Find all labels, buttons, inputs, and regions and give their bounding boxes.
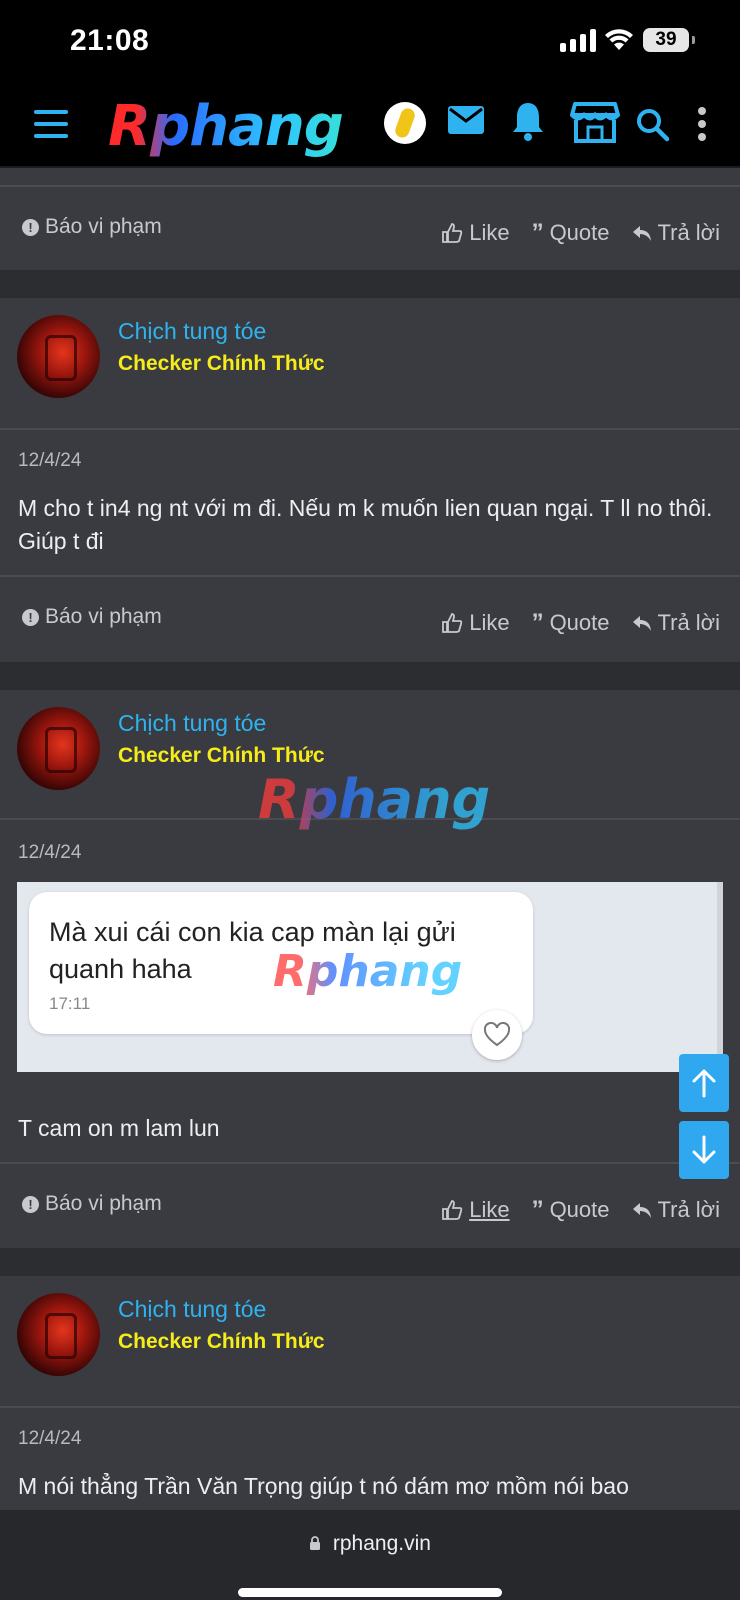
quote-label: Quote: [549, 610, 610, 635]
app-header: Rphang: [0, 82, 740, 168]
lock-icon: [310, 1536, 321, 1550]
menu-icon[interactable]: [34, 110, 68, 138]
home-indicator[interactable]: [238, 1588, 502, 1597]
post-body: M cho t in4 ng nt với m đi. Nếu m k muốn…: [18, 495, 713, 554]
search-icon[interactable]: [636, 108, 670, 142]
like-button[interactable]: Like: [441, 220, 510, 246]
wifi-icon: [605, 29, 633, 50]
post-actions: ! Báo vi phạm Like ” Quote Trả lời: [0, 591, 740, 651]
browser-address-bar[interactable]: rphang.vin: [0, 1510, 740, 1600]
scroll-down-button[interactable]: [679, 1121, 729, 1179]
divider: [0, 428, 740, 430]
post-author: Chịch tung tóe Checker Chính Thức: [0, 1276, 740, 1404]
post-body: M nói thẳng Trần Văn Trọng giúp t nó dám…: [18, 1473, 629, 1499]
quote-icon: ”: [531, 609, 544, 636]
divider: [0, 575, 740, 577]
author-name[interactable]: Chịch tung tóe: [118, 710, 266, 737]
reply-button[interactable]: Trả lời: [632, 1197, 721, 1223]
divider: [0, 185, 740, 187]
author-title: Checker Chính Thức: [118, 1330, 325, 1353]
quote-label: Quote: [549, 1197, 610, 1222]
post-image[interactable]: Mà xui cái con kia cap màn lại gửi quanh…: [17, 882, 723, 1072]
like-label: Like: [469, 220, 510, 245]
store-icon[interactable]: [570, 100, 620, 144]
post-author: Chịch tung tóe Checker Chính Thức: [0, 298, 740, 426]
post-1: Chịch tung tóe Checker Chính Thức 12/4/2…: [0, 298, 740, 662]
quote-button[interactable]: ” Quote: [532, 609, 610, 637]
report-button[interactable]: ! Báo vi phạm: [22, 215, 162, 239]
site-logo[interactable]: Rphang: [108, 94, 344, 159]
report-button[interactable]: ! Báo vi phạm: [22, 1192, 162, 1216]
reply-label: Trả lời: [657, 610, 721, 635]
author-avatar[interactable]: [17, 315, 100, 398]
reply-icon: [632, 226, 651, 241]
quote-label: Quote: [549, 220, 610, 245]
report-label: Báo vi phạm: [45, 1192, 162, 1215]
like-button[interactable]: Like: [441, 610, 510, 636]
post-body: T cam on m lam lun: [18, 1115, 220, 1141]
more-options-icon[interactable]: [696, 106, 708, 142]
site-watermark: Rphang: [258, 768, 491, 831]
quote-icon: ”: [531, 219, 544, 246]
quote-button[interactable]: ” Quote: [532, 1196, 610, 1224]
like-button[interactable]: Like: [441, 1197, 510, 1223]
alert-icon: !: [22, 608, 39, 626]
reply-icon: [632, 616, 651, 631]
reply-label: Trả lời: [657, 1197, 721, 1222]
post-date[interactable]: 12/4/24: [18, 450, 81, 472]
quote-icon: ”: [531, 1196, 544, 1223]
image-watermark: Rphang: [273, 946, 463, 997]
post-actions: ! Báo vi phạm Like ” Quote Trả lời: [0, 1178, 740, 1238]
status-bar: 21:08 39: [0, 0, 740, 82]
author-name[interactable]: Chịch tung tóe: [118, 318, 266, 345]
reply-label: Trả lời: [657, 220, 721, 245]
report-label: Báo vi phạm: [45, 605, 162, 628]
thumbs-up-icon: [442, 223, 463, 243]
author-title: Checker Chính Thức: [118, 744, 325, 767]
thumbs-up-icon: [442, 613, 463, 633]
post-actions: ! Báo vi phạm Like ” Quote Trả lời: [0, 201, 740, 261]
bell-icon[interactable]: [510, 100, 546, 142]
status-time: 21:08: [70, 24, 150, 57]
arrow-down-icon: [692, 1135, 716, 1164]
author-name[interactable]: Chịch tung tóe: [118, 1296, 266, 1323]
thumbs-up-icon: [442, 1200, 463, 1220]
url-text: rphang.vin: [332, 1532, 431, 1555]
reply-button[interactable]: Trả lời: [632, 610, 721, 636]
like-label: Like: [469, 610, 510, 635]
author-avatar[interactable]: [17, 707, 100, 790]
user-avatar[interactable]: [384, 102, 426, 144]
mail-icon[interactable]: [447, 104, 485, 136]
arrow-up-icon: [692, 1069, 716, 1098]
post-date[interactable]: 12/4/24: [18, 842, 81, 864]
author-avatar[interactable]: [17, 1293, 100, 1376]
battery-indicator: 39: [643, 28, 695, 52]
reply-button[interactable]: Trả lời: [632, 220, 721, 246]
alert-icon: !: [22, 1195, 39, 1213]
post-previous: ! Báo vi phạm Like ” Quote Trả lời: [0, 168, 740, 270]
url-display[interactable]: rphang.vin: [0, 1532, 740, 1556]
divider: [0, 1162, 740, 1164]
scroll-up-button[interactable]: [679, 1054, 729, 1112]
alert-icon: !: [22, 218, 39, 236]
reply-icon: [632, 1203, 651, 1218]
message-time: 17:11: [49, 994, 91, 1013]
post-3: Chịch tung tóe Checker Chính Thức 12/4/2…: [0, 1276, 740, 1510]
author-title: Checker Chính Thức: [118, 352, 325, 375]
divider: [0, 1406, 740, 1408]
cellular-signal-icon: [560, 28, 596, 52]
quote-button[interactable]: ” Quote: [532, 219, 610, 247]
heart-icon: [472, 1010, 522, 1060]
report-button[interactable]: ! Báo vi phạm: [22, 605, 162, 629]
like-label: Like: [469, 1197, 510, 1222]
report-label: Báo vi phạm: [45, 215, 162, 238]
post-date[interactable]: 12/4/24: [18, 1428, 81, 1450]
